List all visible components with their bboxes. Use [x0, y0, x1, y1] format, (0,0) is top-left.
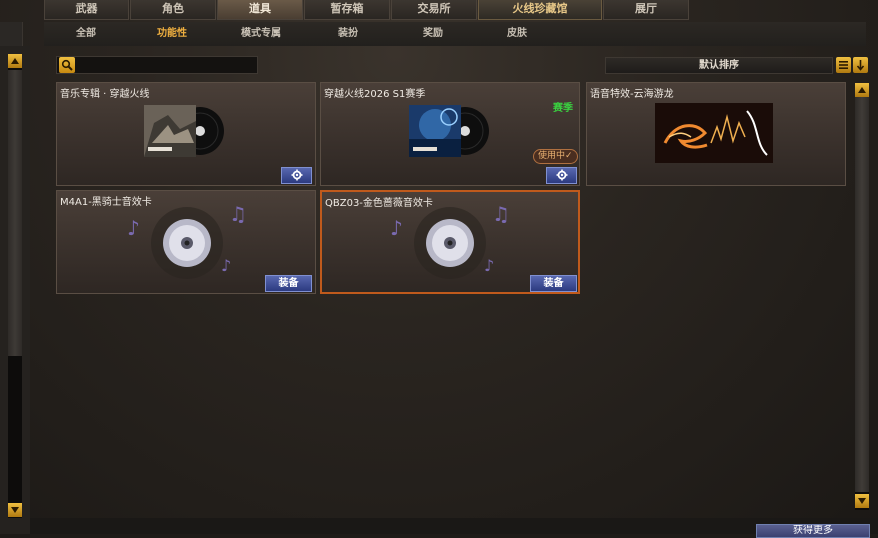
search-icon[interactable]: [59, 57, 75, 73]
svg-text:♫: ♫: [229, 205, 247, 226]
tab-items[interactable]: 道具: [217, 0, 303, 20]
sort-direction-icon[interactable]: [853, 57, 868, 73]
tab-characters[interactable]: 角色: [130, 0, 216, 20]
top-tab-bar: 武器 角色 道具 暂存箱 交易所 火线珍藏馆 展厅: [44, 0, 690, 20]
subtab-functional[interactable]: 功能性: [128, 22, 216, 46]
item-card-qbz03-sound[interactable]: QBZ03-金色蔷薇音效卡 ♪ ♫ ♪ 装备: [320, 190, 580, 294]
left-scroll-up-icon[interactable]: [8, 54, 22, 68]
equip-button[interactable]: 装备: [265, 275, 312, 292]
subtab-skins[interactable]: 皮肤: [476, 22, 558, 46]
item-card-music-album[interactable]: 音乐专辑 · 穿越火线: [56, 82, 316, 186]
item-card-season-album[interactable]: 穿越火线2026 S1赛季 赛季 使用中✓: [320, 82, 580, 186]
bottom-bar: [30, 518, 878, 534]
list-view-icon[interactable]: [836, 57, 851, 73]
left-scroll-down-icon[interactable]: [8, 503, 22, 517]
item-card-voice-effect[interactable]: 语音特效-云海游龙: [586, 82, 846, 186]
tab-showroom[interactable]: 展厅: [603, 0, 689, 20]
item-title: 穿越火线2026 S1赛季: [324, 89, 426, 100]
tab-collection[interactable]: 火线珍藏馆: [478, 0, 602, 20]
sound-card-disc-image: ♪ ♫ ♪: [390, 205, 510, 279]
tab-weapons[interactable]: 武器: [44, 0, 129, 20]
settings-button[interactable]: [281, 167, 312, 184]
right-scrollbar-thumb[interactable]: [855, 97, 869, 492]
left-scrollbar-thumb[interactable]: [8, 70, 22, 356]
equip-button[interactable]: 装备: [530, 275, 577, 292]
svg-text:♪: ♪: [390, 216, 403, 240]
item-title: 语音特效-云海游龙: [590, 89, 674, 100]
svg-text:♫: ♫: [492, 205, 510, 226]
subtab-mode-exclusive[interactable]: 模式专属: [216, 22, 306, 46]
subtab-rewards[interactable]: 奖励: [390, 22, 476, 46]
gear-icon: [291, 169, 302, 181]
sub-tab-bar: 全部 功能性 模式专属 装扮 奖励 皮肤: [44, 22, 866, 46]
season-badge: 赛季: [553, 103, 573, 114]
subtab-dress-up[interactable]: 装扮: [306, 22, 390, 46]
left-top-tab[interactable]: [0, 22, 23, 46]
right-scroll-down-icon[interactable]: [855, 494, 869, 508]
gear-icon: [556, 169, 567, 181]
in-use-badge: 使用中✓: [533, 149, 578, 164]
item-title: 音乐专辑 · 穿越火线: [60, 89, 150, 100]
search-input[interactable]: [56, 56, 258, 74]
svg-text:♪: ♪: [484, 256, 494, 275]
right-scroll-up-icon[interactable]: [855, 83, 869, 97]
settings-button[interactable]: [546, 167, 577, 184]
sort-dropdown[interactable]: 默认排序: [605, 57, 833, 74]
svg-text:♪: ♪: [127, 216, 140, 240]
subtab-all[interactable]: 全部: [44, 22, 128, 46]
svg-text:♪: ♪: [221, 256, 231, 275]
sound-card-disc-image: ♪ ♫ ♪: [127, 205, 247, 279]
get-more-button[interactable]: 获得更多: [756, 524, 870, 538]
tab-storage[interactable]: 暂存箱: [304, 0, 390, 20]
item-card-m4a1-sound[interactable]: M4A1-黑骑士音效卡 ♪ ♫ ♪ 装备: [56, 190, 316, 294]
album-cover-image: [409, 105, 489, 157]
tab-exchange[interactable]: 交易所: [391, 0, 477, 20]
dragon-effect-image: [655, 103, 773, 163]
album-cover-image: [144, 105, 224, 157]
